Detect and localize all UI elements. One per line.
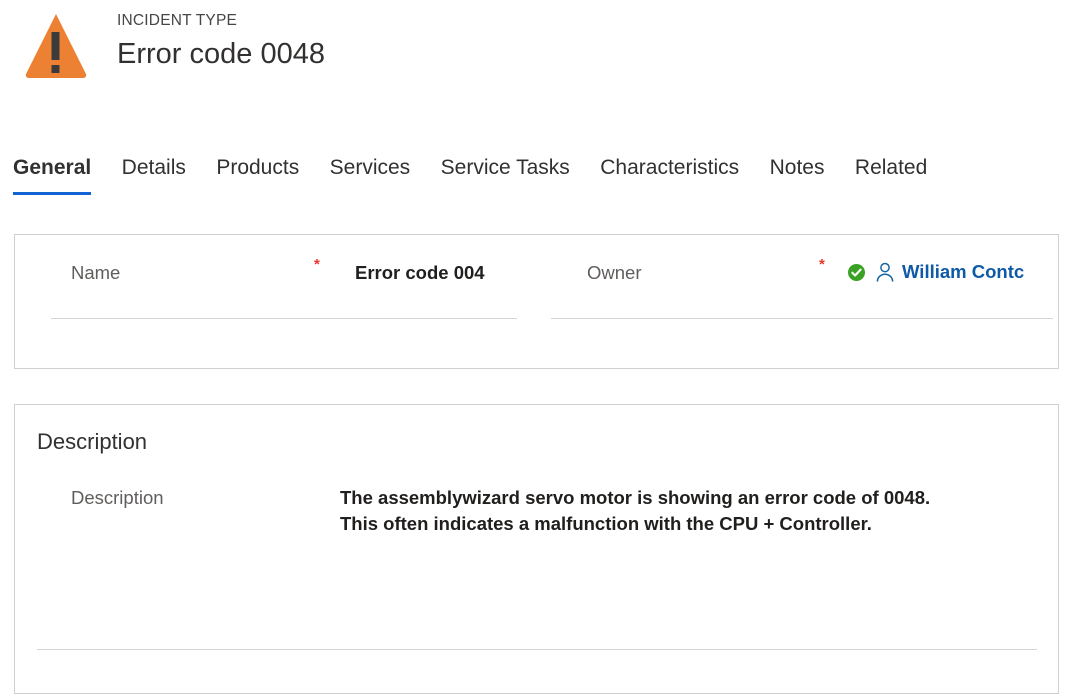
owner-name-link[interactable]: William Contc bbox=[902, 260, 1024, 284]
tab-characteristics-label: Characteristics bbox=[600, 156, 740, 179]
name-field-value[interactable]: Error code 004 bbox=[355, 261, 515, 285]
description-field-underline bbox=[37, 649, 1037, 650]
tab-related-label: Related bbox=[854, 156, 928, 179]
header-text-block: INCIDENT TYPE Error code 0048 bbox=[117, 11, 325, 74]
tab-products-label: Products bbox=[216, 156, 300, 179]
tab-service-tasks[interactable]: Service Tasks bbox=[428, 152, 583, 184]
description-line-2: This often indicates a malfunction with … bbox=[340, 513, 872, 534]
tab-notes-label: Notes bbox=[769, 156, 825, 179]
tab-details[interactable]: Details bbox=[109, 152, 199, 184]
name-field-label: Name bbox=[71, 262, 121, 283]
warning-triangle-icon bbox=[18, 10, 94, 86]
green-check-badge-icon bbox=[848, 263, 865, 281]
owner-field-underline bbox=[551, 318, 1053, 319]
owner-field[interactable]: Owner * William Contc bbox=[535, 235, 1058, 370]
active-tab-indicator bbox=[13, 192, 92, 195]
description-card: Description Description The assemblywiza… bbox=[14, 404, 1059, 694]
tab-notes[interactable]: Notes bbox=[757, 152, 838, 184]
owner-field-label: Owner bbox=[587, 262, 642, 283]
tab-details-label: Details bbox=[121, 156, 186, 179]
tab-service-tasks-label: Service Tasks bbox=[440, 156, 570, 179]
tab-related[interactable]: Related bbox=[842, 152, 940, 184]
page-title: Error code 0048 bbox=[117, 38, 325, 70]
name-field-underline bbox=[51, 318, 517, 319]
name-field[interactable]: Name * Error code 004 bbox=[15, 235, 535, 370]
tab-characteristics[interactable]: Characteristics bbox=[587, 152, 752, 184]
tab-general[interactable]: General bbox=[0, 152, 104, 195]
description-section-title: Description bbox=[37, 429, 148, 454]
description-field-value[interactable]: The assemblywizard servo motor is showin… bbox=[340, 485, 1040, 537]
person-icon bbox=[874, 261, 896, 283]
tab-bar: General Details Products Services Servic… bbox=[0, 152, 1078, 200]
owner-required-asterisk: * bbox=[819, 256, 825, 273]
name-required-asterisk: * bbox=[314, 256, 320, 273]
record-header: INCIDENT TYPE Error code 0048 bbox=[0, 0, 1078, 120]
tab-products[interactable]: Products bbox=[203, 152, 312, 184]
description-field[interactable]: Description The assemblywizard servo mot… bbox=[15, 479, 1058, 693]
tab-general-label: General bbox=[13, 156, 92, 179]
description-line-1: The assemblywizard servo motor is showin… bbox=[340, 487, 931, 508]
owner-value-group[interactable]: William Contc bbox=[848, 257, 1053, 287]
general-info-card: Name * Error code 004 Owner * William Co… bbox=[14, 234, 1059, 369]
entity-type-label: INCIDENT TYPE bbox=[117, 12, 238, 29]
tab-services[interactable]: Services bbox=[317, 152, 424, 184]
description-field-label: Description bbox=[71, 487, 164, 508]
tab-services-label: Services bbox=[329, 156, 411, 179]
